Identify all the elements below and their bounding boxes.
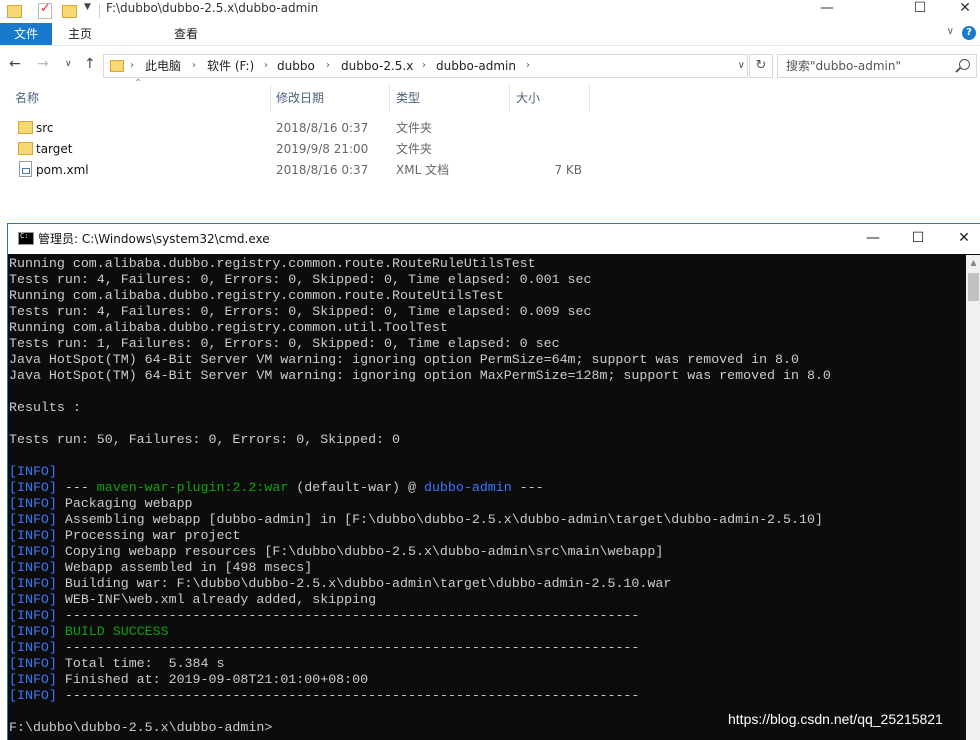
console-line: [INFO] Copying webapp resources [F:\dubb… bbox=[9, 544, 664, 559]
up-arrow-icon[interactable]: ↑ bbox=[84, 56, 96, 72]
column-divider[interactable] bbox=[389, 84, 390, 112]
console-line: [INFO] ---------------------------------… bbox=[9, 688, 640, 703]
tab-file[interactable]: 文件 bbox=[0, 23, 52, 45]
file-name: src bbox=[36, 121, 54, 135]
title-separator bbox=[99, 4, 100, 18]
console-line: Tests run: 4, Failures: 0, Errors: 0, Sk… bbox=[9, 304, 592, 319]
file-date: 2018/8/16 0:37 bbox=[276, 121, 369, 135]
column-header-size[interactable]: 大小 bbox=[516, 88, 540, 110]
console-line: [INFO] ---------------------------------… bbox=[9, 608, 640, 623]
file-type: 文件夹 bbox=[396, 121, 433, 135]
xml-file-icon bbox=[19, 161, 32, 177]
search-placeholder: 搜索"dubbo-admin" bbox=[786, 59, 901, 73]
file-name: target bbox=[36, 142, 73, 156]
console-line: [INFO] --- maven-war-plugin:2.2:war (def… bbox=[9, 480, 544, 495]
console-line: Running com.alibaba.dubbo.registry.commo… bbox=[9, 288, 504, 303]
tab-view[interactable]: 查看 bbox=[166, 23, 206, 45]
file-row-pom-xml[interactable]: pom.xml 2018/8/16 0:37 XML 文档 7 KB bbox=[0, 160, 620, 180]
console-line: Tests run: 50, Failures: 0, Errors: 0, S… bbox=[9, 432, 400, 447]
console-line: Running com.alibaba.dubbo.registry.commo… bbox=[9, 320, 448, 335]
column-divider[interactable] bbox=[509, 84, 510, 112]
console-line: Results : bbox=[9, 400, 81, 415]
explorer-title-bar: ▼ F:\dubbo\dubbo-2.5.x\dubbo-admin — ☐ ✕ bbox=[0, 0, 980, 22]
ribbon-tabs: 文件 主页 查看 ∨ ? bbox=[0, 23, 980, 46]
console-line: [INFO] ---------------------------------… bbox=[9, 640, 640, 655]
file-date: 2019/9/8 21:00 bbox=[276, 142, 369, 156]
console-line: [INFO] Packaging webapp bbox=[9, 496, 193, 511]
column-divider[interactable] bbox=[589, 84, 590, 112]
scroll-thumb[interactable] bbox=[968, 273, 979, 301]
console-output[interactable]: Running com.alibaba.dubbo.registry.commo… bbox=[8, 255, 966, 740]
console-line: Java HotSpot(TM) 64-Bit Server VM warnin… bbox=[9, 352, 799, 367]
navigation-bar: ← → ∨ ↑ › 此电脑 › 软件 (F:) › dubbo › dubbo-… bbox=[0, 50, 980, 80]
breadcrumb-dubbo[interactable]: dubbo bbox=[277, 55, 315, 77]
customize-toolbar-icon[interactable]: ▼ bbox=[84, 2, 91, 12]
back-arrow-icon[interactable]: ← bbox=[9, 56, 21, 72]
cmd-icon[interactable] bbox=[18, 232, 34, 245]
console-line: [INFO] Assembling webapp [dubbo-admin] i… bbox=[9, 512, 823, 527]
console-line: [INFO] Processing war project bbox=[9, 528, 241, 543]
file-type: 文件夹 bbox=[396, 142, 433, 156]
window-title: F:\dubbo\dubbo-2.5.x\dubbo-admin bbox=[106, 1, 319, 15]
breadcrumb-dubbo-admin[interactable]: dubbo-admin bbox=[436, 55, 516, 77]
console-line: [INFO] WEB-INF\web.xml already added, sk… bbox=[9, 592, 377, 607]
cmd-title: 管理员: C:\Windows\system32\cmd.exe bbox=[38, 232, 270, 246]
cmd-window: 管理员: C:\Windows\system32\cmd.exe — ☐ ✕ R… bbox=[7, 223, 980, 740]
cmd-maximize-icon[interactable]: ☐ bbox=[895, 224, 941, 254]
watermark: https://blog.csdn.net/qq_25215821 bbox=[728, 711, 943, 727]
console-line: [INFO] Finished at: 2019-09-08T21:01:00+… bbox=[9, 672, 369, 687]
search-input[interactable]: 搜索"dubbo-admin" bbox=[777, 54, 977, 78]
folder-icon bbox=[18, 121, 33, 134]
forward-arrow-icon[interactable]: → bbox=[37, 56, 49, 72]
column-header-name[interactable]: 名称 bbox=[15, 88, 39, 110]
scroll-up-icon[interactable]: ▲ bbox=[966, 255, 980, 271]
console-line: [INFO] BUILD SUCCESS bbox=[9, 624, 169, 639]
file-name: pom.xml bbox=[36, 163, 89, 177]
chevron-right-icon[interactable]: › bbox=[526, 55, 530, 77]
column-header-date[interactable]: 修改日期 bbox=[276, 88, 324, 110]
ribbon-expand-icon[interactable]: ∨ bbox=[947, 26, 954, 37]
console-line: F:\dubbo\dubbo-2.5.x\dubbo-admin> bbox=[9, 720, 273, 735]
chevron-right-icon[interactable]: › bbox=[422, 55, 426, 77]
file-row-src[interactable]: src 2018/8/16 0:37 文件夹 bbox=[0, 118, 620, 138]
address-dropdown-icon[interactable]: ∨ bbox=[738, 55, 745, 77]
folder-icon bbox=[18, 142, 33, 155]
file-size: 7 KB bbox=[554, 163, 582, 177]
console-line: [INFO] bbox=[9, 464, 57, 479]
address-bar[interactable]: › 此电脑 › 软件 (F:) › dubbo › dubbo-2.5.x › … bbox=[103, 54, 748, 78]
search-icon[interactable] bbox=[959, 59, 970, 70]
cmd-minimize-icon[interactable]: — bbox=[850, 224, 896, 254]
console-line: Running com.alibaba.dubbo.registry.commo… bbox=[9, 256, 536, 271]
maximize-icon[interactable]: ☐ bbox=[900, 0, 940, 18]
column-header-type[interactable]: 类型 bbox=[396, 88, 420, 110]
console-line: Java HotSpot(TM) 64-Bit Server VM warnin… bbox=[9, 368, 831, 383]
cmd-close-icon[interactable]: ✕ bbox=[941, 224, 980, 254]
breadcrumb-drive-f[interactable]: 软件 (F:) bbox=[207, 55, 254, 77]
console-line: [INFO] Total time: 5.384 s bbox=[9, 656, 225, 671]
close-icon[interactable]: ✕ bbox=[945, 0, 980, 18]
file-row-target[interactable]: target 2019/9/8 21:00 文件夹 bbox=[0, 139, 620, 159]
console-line: [INFO] Building war: F:\dubbo\dubbo-2.5.… bbox=[9, 576, 672, 591]
recent-locations-icon[interactable]: ∨ bbox=[65, 59, 72, 69]
file-type: XML 文档 bbox=[396, 163, 450, 177]
chevron-right-icon[interactable]: › bbox=[130, 55, 134, 77]
folder-icon bbox=[110, 60, 124, 72]
sort-ascending-icon: ⌃ bbox=[134, 78, 143, 89]
cmd-title-bar[interactable]: 管理员: C:\Windows\system32\cmd.exe — ☐ ✕ bbox=[8, 224, 980, 254]
file-date: 2018/8/16 0:37 bbox=[276, 163, 369, 177]
chevron-right-icon[interactable]: › bbox=[326, 55, 330, 77]
chevron-right-icon[interactable]: › bbox=[192, 55, 196, 77]
breadcrumb-dubbo-2-5-x[interactable]: dubbo-2.5.x bbox=[341, 55, 413, 77]
minimize-icon[interactable]: — bbox=[807, 0, 847, 18]
help-icon[interactable]: ? bbox=[962, 26, 976, 40]
tab-home[interactable]: 主页 bbox=[60, 23, 100, 45]
chevron-right-icon[interactable]: › bbox=[264, 55, 268, 77]
console-line: Tests run: 1, Failures: 0, Errors: 0, Sk… bbox=[9, 336, 560, 351]
column-divider[interactable] bbox=[270, 84, 271, 112]
console-line: Tests run: 4, Failures: 0, Errors: 0, Sk… bbox=[9, 272, 592, 287]
breadcrumb-this-pc[interactable]: 此电脑 bbox=[145, 55, 181, 77]
console-scrollbar[interactable]: ▲ bbox=[966, 255, 980, 740]
console-line: [INFO] Webapp assembled in [498 msecs] bbox=[9, 560, 313, 575]
refresh-icon[interactable]: ↻ bbox=[749, 54, 773, 78]
